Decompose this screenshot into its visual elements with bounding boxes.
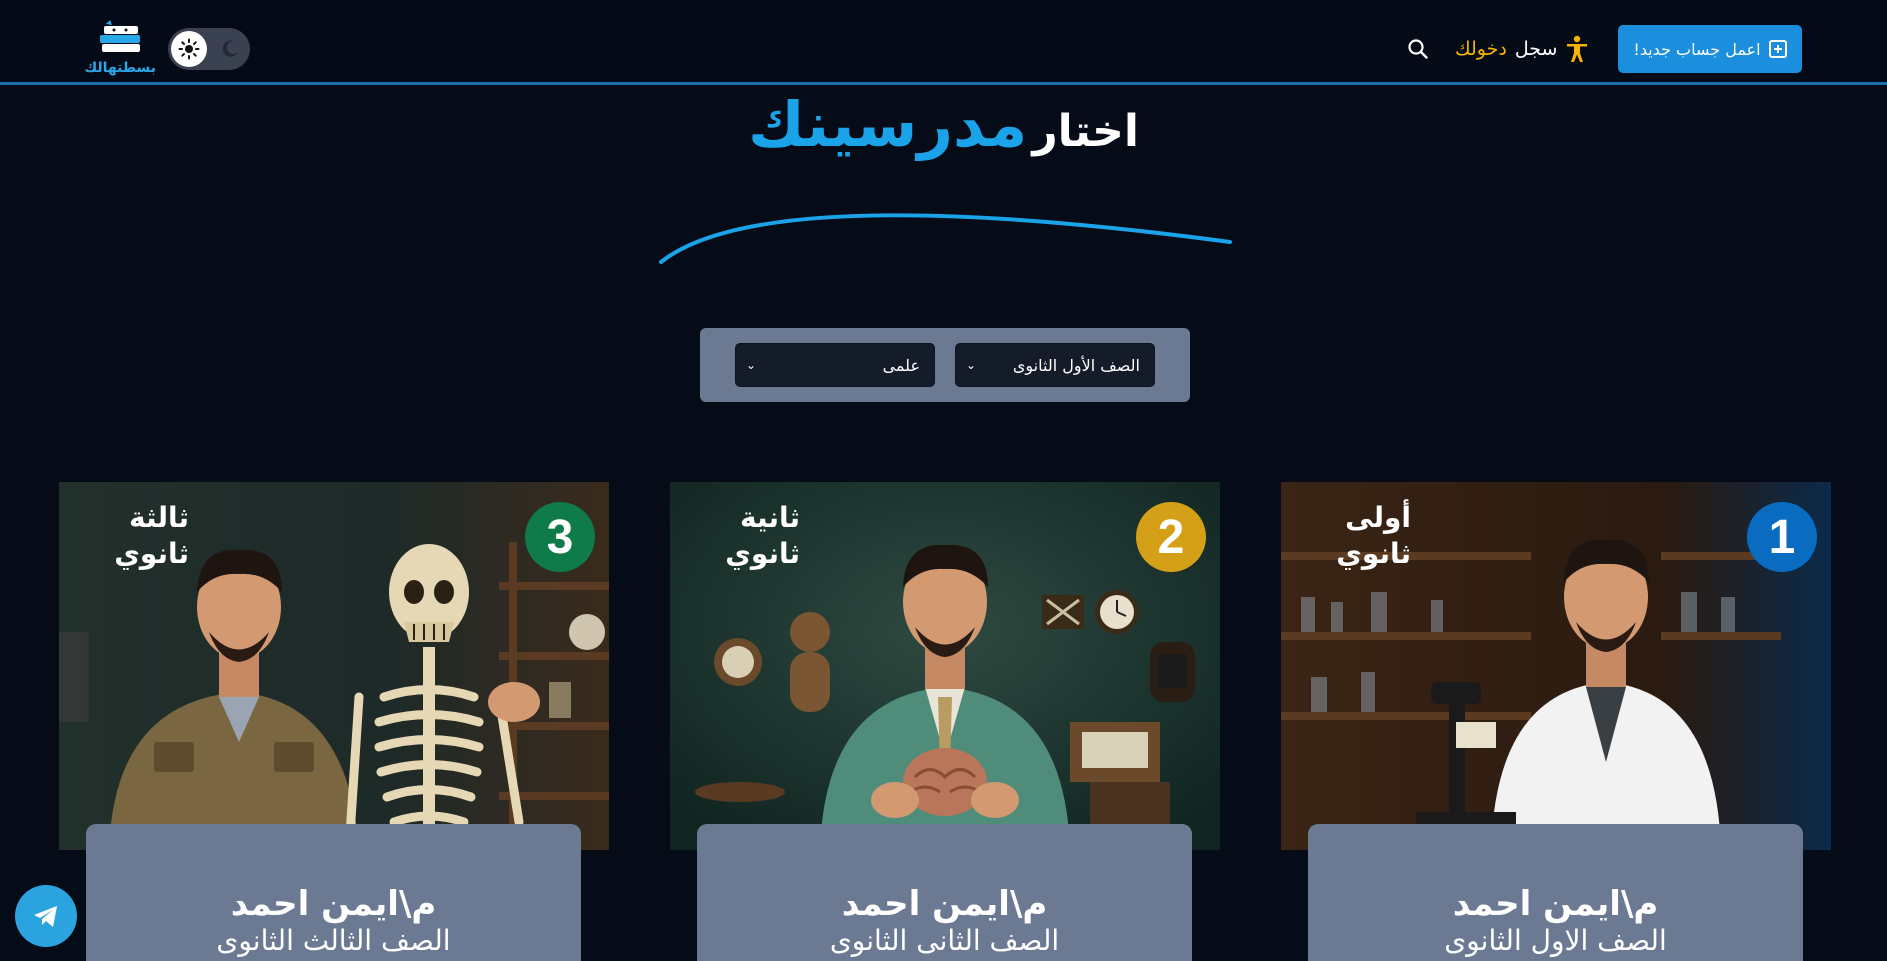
grade-number-badge: 3 xyxy=(525,502,595,572)
person-icon xyxy=(1567,35,1588,62)
teacher-grade: الصف الثانى الثانوى xyxy=(829,924,1060,957)
teacher-grade: الصف الثالث الثانوى xyxy=(216,924,451,957)
grade-corner-label: أولى ثانوي xyxy=(1301,500,1411,572)
grade-number-badge: 1 xyxy=(1747,502,1817,572)
corner-line-1: أولى xyxy=(1345,501,1411,534)
sun-icon xyxy=(178,38,200,60)
title-word-choose: اختار xyxy=(1032,106,1139,157)
grade-corner-label: ثالثة ثانوي xyxy=(79,500,189,572)
site-logo[interactable]: بسطتهالك xyxy=(84,20,156,76)
add-square-icon xyxy=(1768,40,1787,58)
corner-line-1: ثانية xyxy=(740,501,800,534)
logo-books-icon xyxy=(100,20,140,52)
top-navbar: اعمل جساب جديد! سجل دخولك بسطتهالك xyxy=(0,0,1887,85)
grade-select-value: الصف الأول الثانوى xyxy=(1012,355,1140,375)
corner-line-1: ثالثة xyxy=(129,501,189,534)
teacher-info-panel: م\ايمن احمد الصف الثالث الثانوى xyxy=(86,824,581,961)
teacher-name: م\ايمن احمد xyxy=(841,884,1048,924)
teacher-name: م\ايمن احمد xyxy=(230,884,437,924)
chevron-down-icon: ⌄ xyxy=(746,358,757,372)
create-account-button[interactable]: اعمل جساب جديد! xyxy=(1618,25,1802,73)
teacher-card-grade-2[interactable]: 2 ثانية ثانوي م\ايمن احمد الصف الثانى ال… xyxy=(670,482,1220,961)
track-select-value: علمى xyxy=(882,355,920,375)
theme-toggle[interactable] xyxy=(168,28,250,70)
telegram-icon xyxy=(34,906,57,927)
teacher-info-panel: م\ايمن احمد الصف الثانى الثانوى xyxy=(697,824,1192,961)
corner-line-2: ثانوي xyxy=(725,537,800,570)
search-icon[interactable] xyxy=(1407,38,1429,60)
login-link[interactable]: سجل دخولك xyxy=(1455,34,1589,64)
teacher-info-panel: م\ايمن احمد الصف الاول الثانوى xyxy=(1308,824,1803,961)
logo-text: بسطتهالك xyxy=(84,60,156,76)
grade-select[interactable]: الصف الأول الثانوى ⌄ xyxy=(955,343,1155,387)
title-word-teachers: مدرسينك xyxy=(748,88,1028,161)
login-word-1: سجل xyxy=(1514,38,1558,60)
page-title: اختار مدرسينك xyxy=(0,88,1887,161)
grade-corner-label: ثانية ثانوي xyxy=(690,500,800,572)
theme-toggle-knob xyxy=(171,31,207,67)
moon-icon xyxy=(222,40,238,57)
track-select[interactable]: علمى ⌄ xyxy=(735,343,935,387)
teacher-card-grade-1[interactable]: 1 أولى ثانوي م\ايمن احمد الصف الاول الثا… xyxy=(1281,482,1831,961)
grade-number-badge: 2 xyxy=(1136,502,1206,572)
corner-line-2: ثانوي xyxy=(1336,537,1411,570)
teacher-name: م\ايمن احمد xyxy=(1452,884,1659,924)
teacher-grade: الصف الاول الثانوى xyxy=(1444,924,1667,957)
decorative-arc xyxy=(659,213,1232,264)
corner-line-2: ثانوي xyxy=(114,537,189,570)
login-word-2: دخولك xyxy=(1455,38,1507,60)
teacher-card-grade-3[interactable]: 3 ثالثة ثانوي م\ايمن احمد الصف الثالث ال… xyxy=(59,482,609,961)
telegram-button[interactable] xyxy=(15,885,77,947)
filter-panel: الصف الأول الثانوى ⌄ علمى ⌄ xyxy=(700,328,1190,402)
create-account-label: اعمل جساب جديد! xyxy=(1633,39,1761,59)
chevron-down-icon: ⌄ xyxy=(966,358,977,372)
